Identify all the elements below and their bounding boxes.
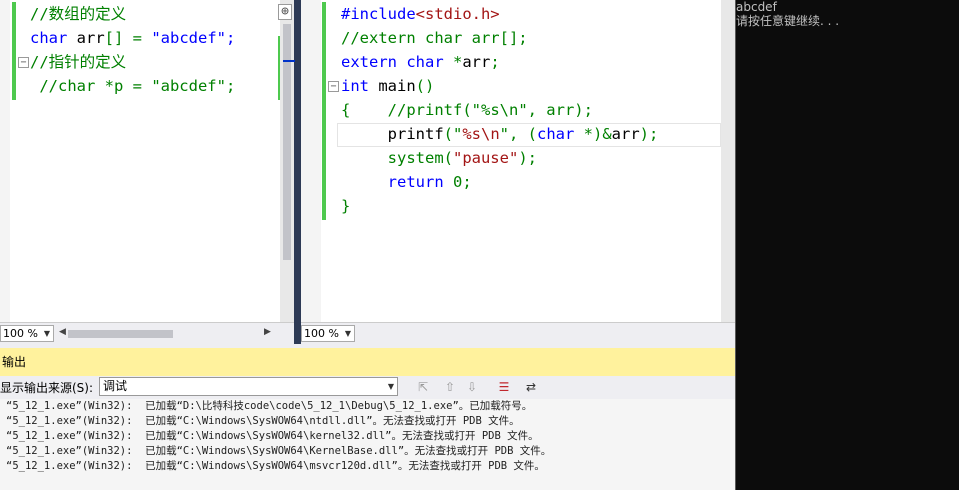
previous-message-icon[interactable]: ⇧ [441,378,459,396]
output-toolbar: 显示输出来源(S): 调试 ▼ ⇱ ⇧ ⇩ ☰ ⇄ [0,376,735,398]
output-line: “5_12_1.exe”(Win32): 已加载“C:\Windows\SysW… [6,460,545,472]
collapse-toggle-icon[interactable]: − [328,81,339,92]
output-source-label: 显示输出来源(S): [0,381,94,395]
code-token: char [537,125,584,143]
code-token: (" [443,125,463,143]
code-token: ); [518,149,537,167]
right-zoom-dropdown[interactable]: 100 % ▼ [301,325,355,342]
left-zoom-dropdown[interactable]: 100 % ▼ [0,325,54,342]
code-line[interactable]: } [341,194,658,218]
code-line[interactable]: //指针的定义 [30,50,235,74]
find-message-icon[interactable]: ⇱ [414,378,432,396]
code-line[interactable]: char arr[] = "abcdef"; [30,26,235,50]
output-line: “5_12_1.exe”(Win32): 已加载“C:\Windows\SysW… [6,445,552,457]
code-token: ; [490,53,500,71]
output-source-value: 调试 [103,379,128,393]
code-line[interactable]: //char *p = "abcdef"; [30,74,235,98]
code-token: %s\n [462,125,500,143]
code-token: ", ( [499,125,537,143]
output-line: “5_12_1.exe”(Win32): 已加载“C:\Windows\SysW… [6,415,520,427]
collapse-toggle-icon[interactable]: − [18,57,29,68]
code-token: } [341,197,351,215]
chevron-down-icon: ▼ [344,329,351,338]
change-marker [322,2,326,220]
right-vertical-scrollbar[interactable] [721,0,735,322]
left-editor-margin [0,0,10,322]
code-token: () [415,77,435,95]
scroll-right-icon[interactable]: ▶ [264,327,271,337]
code-token: return [387,173,453,191]
code-token: //char *p = "abcdef"; [30,77,236,95]
right-horizontal-bar: 100 % ▼ [301,322,735,344]
clear-all-icon[interactable]: ☰ [495,378,513,396]
output-panel: 输出 显示输出来源(S): 调试 ▼ ⇱ ⇧ ⇩ ☰ ⇄ “5_12_1.exe… [0,344,735,490]
code-line[interactable]: extern char *arr; [341,50,658,74]
code-token: arr [462,53,491,71]
code-line[interactable]: //extern char arr[]; [341,26,658,50]
code-line[interactable]: system("pause"); [341,146,658,170]
right-editor-margin [301,0,321,322]
left-vertical-scrollbar[interactable] [280,0,294,322]
change-marker [12,2,16,50]
code-line[interactable]: { //printf("%s\n", arr); [341,98,658,122]
code-line[interactable]: return 0; [341,170,658,194]
editor-splitter[interactable] [294,0,301,344]
code-token: #include [341,5,416,23]
next-message-icon[interactable]: ⇩ [463,378,481,396]
split-icon[interactable]: ⊕ [278,4,292,20]
zoom-value: 100 % [304,327,339,340]
code-token: 0; [453,173,472,191]
code-line[interactable]: int main() [341,74,658,98]
output-source-dropdown[interactable]: 调试 ▼ [99,377,398,396]
code-line[interactable]: printf("%s\n", (char *)&arr); [341,122,659,146]
change-marker [12,50,16,100]
output-line: “5_12_1.exe”(Win32): 已加载“C:\Windows\SysW… [6,430,539,442]
chevron-down-icon: ▼ [387,382,394,391]
output-line: “5_12_1.exe”(Win32): 已加载“D:\比特科技code\cod… [6,400,533,412]
code-token: "abcdef"; [151,29,236,47]
right-editor-pane[interactable]: − #include<stdio.h> //extern char arr[]; e… [301,0,735,344]
code-token: { [341,101,388,119]
left-editor-pane[interactable]: − //数组的定义 char arr[] = "abcdef"; //指针的定义 /… [0,0,294,344]
code-token: int [341,77,379,95]
code-token: * [452,53,463,71]
zoom-value: 100 % [3,327,38,340]
code-token: //数组的定义 [30,5,127,23]
code-token: ); [639,125,659,143]
console-line: abcdef [736,0,777,14]
code-token: //extern char arr[]; [341,29,528,47]
output-text-area[interactable]: “5_12_1.exe”(Win32): 已加载“D:\比特科技code\cod… [0,399,735,490]
console-window[interactable]: abcdef 请按任意键继续. . . [735,0,959,490]
code-token: printf [387,125,444,143]
code-line[interactable]: //数组的定义 [30,2,235,26]
caret-marker [283,60,295,62]
code-token: //printf("%s\n", arr); [387,101,593,119]
code-token: system( [341,149,453,167]
code-token: //指针的定义 [30,53,127,71]
code-token: "pause" [452,149,519,167]
code-token: <stdio.h> [415,5,500,23]
code-line[interactable]: #include<stdio.h> [341,2,658,26]
scroll-left-icon[interactable]: ◀ [59,327,66,337]
word-wrap-icon[interactable]: ⇄ [522,378,540,396]
chevron-down-icon: ▼ [43,329,50,338]
left-horizontal-bar: 100 % ▼ ◀ ▶ [0,322,294,344]
console-line: 请按任意键继续. . . [736,14,840,28]
code-token: extern char [341,53,453,71]
code-token: arr [611,125,640,143]
output-panel-title: 输出 [0,348,735,376]
code-token: arr [76,29,105,47]
code-token: char [30,29,77,47]
code-token: main [378,77,416,95]
code-token: *)& [583,125,612,143]
left-code-area[interactable]: //数组的定义 char arr[] = "abcdef"; //指针的定义 //c… [30,2,235,98]
code-token: [] = [104,29,152,47]
horizontal-scroll-thumb[interactable] [68,330,173,338]
right-code-area[interactable]: #include<stdio.h> //extern char arr[]; ext… [341,2,658,218]
